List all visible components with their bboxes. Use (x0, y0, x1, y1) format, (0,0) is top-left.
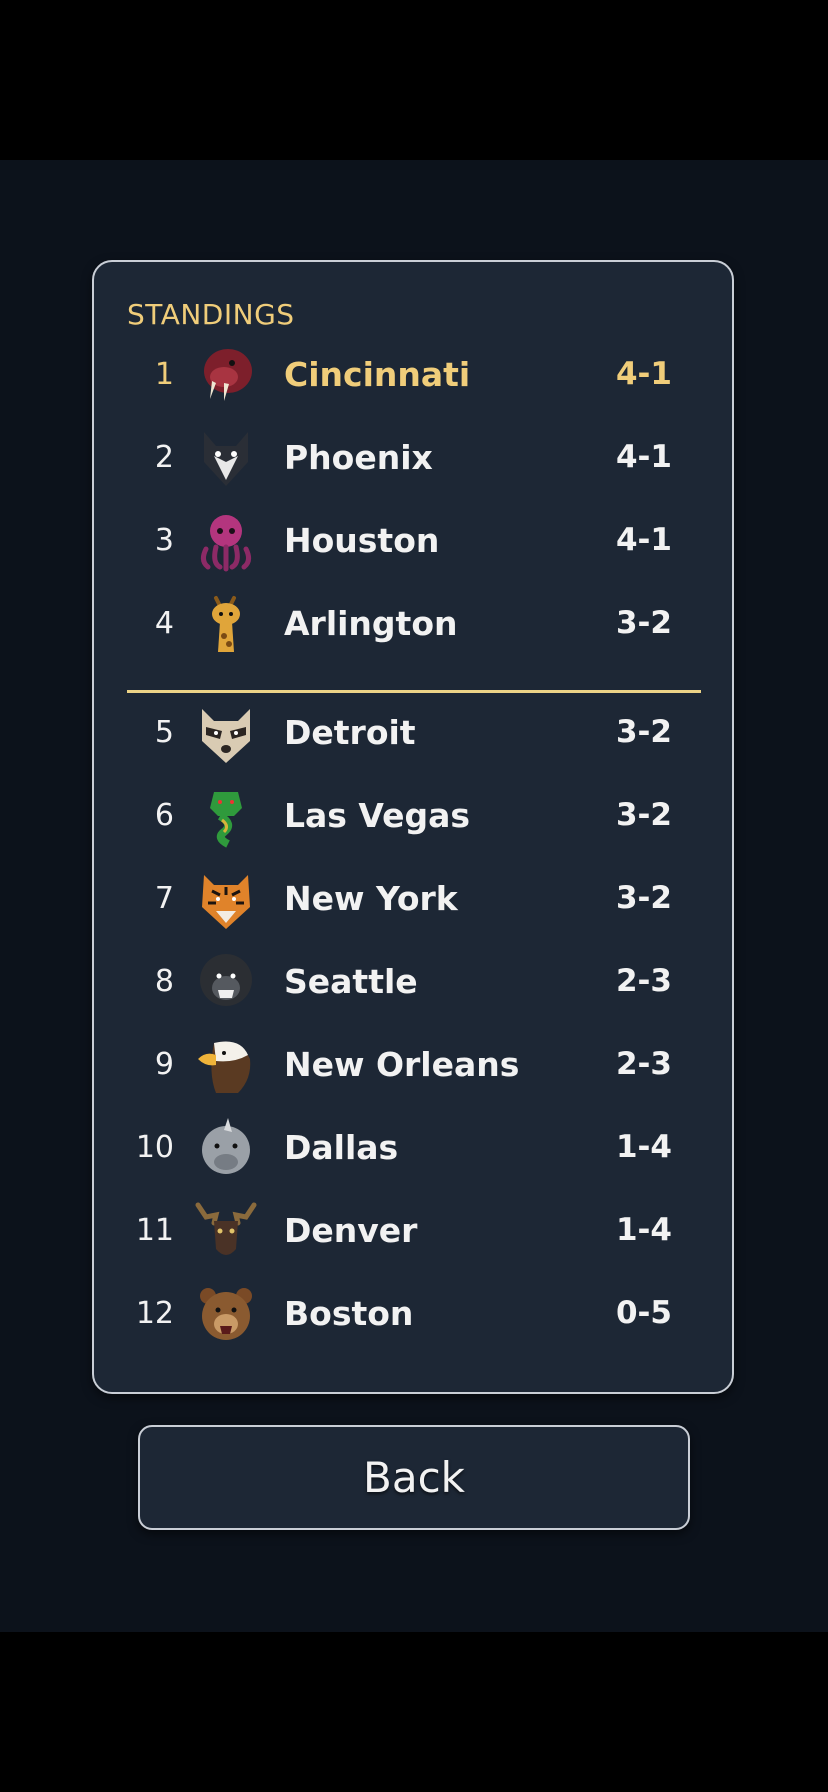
tiger-icon (202, 875, 250, 929)
team-name: Dallas (284, 1128, 399, 1167)
cobra-icon (210, 792, 242, 848)
gorilla-icon (200, 954, 252, 1006)
team-record: 0-5 (615, 1295, 672, 1331)
wolf-icon (204, 432, 248, 486)
standings-row: 3 Houston 4-1 (94, 499, 732, 582)
rank: 3 (154, 523, 174, 558)
rank: 9 (154, 1047, 174, 1082)
back-button[interactable]: Back (138, 1425, 690, 1530)
rank: 10 (135, 1130, 174, 1165)
team-name: Houston (284, 521, 440, 560)
standings-row: 6 Las Vegas 3-2 (94, 774, 732, 857)
standings-row: 4 Arlington 3-2 (94, 582, 732, 665)
team-record: 1-4 (615, 1212, 672, 1248)
walrus-icon (204, 349, 252, 401)
rhino-icon (202, 1118, 250, 1174)
team-record: 4-1 (615, 356, 672, 392)
team-name: Detroit (284, 713, 416, 752)
team-name: New Orleans (284, 1045, 520, 1084)
team-record: 4-1 (615, 522, 672, 558)
team-record: 3-2 (615, 797, 672, 833)
standings-row: 10 Dallas 1-4 (94, 1106, 732, 1189)
team-name: New York (284, 879, 458, 918)
panel-title: STANDINGS (127, 298, 295, 331)
rank: 12 (135, 1296, 174, 1331)
team-record: 1-4 (615, 1129, 672, 1165)
team-name: Cincinnati (284, 355, 471, 394)
standings-row: 9 New Orleans 2-3 (94, 1023, 732, 1106)
giraffe-icon (212, 596, 240, 652)
moose-icon (195, 1202, 257, 1255)
octopus-icon (200, 515, 252, 572)
rank: 4 (154, 606, 174, 641)
team-record: 3-2 (615, 714, 672, 750)
rank: 8 (154, 964, 174, 999)
team-name: Phoenix (284, 438, 433, 477)
team-record: 3-2 (615, 605, 672, 641)
standings-row: 2 Phoenix 4-1 (94, 416, 732, 499)
rank: 7 (154, 881, 174, 916)
team-record: 4-1 (615, 439, 672, 475)
team-record: 2-3 (615, 963, 672, 999)
raccoon-icon (202, 709, 250, 763)
standings-row: 8 Seattle 2-3 (94, 940, 732, 1023)
team-record: 3-2 (615, 880, 672, 916)
team-name: Denver (284, 1211, 418, 1250)
standings-row: 12 Boston 0-5 (94, 1272, 732, 1355)
team-name: Las Vegas (284, 796, 471, 835)
eagle-icon (198, 1041, 251, 1093)
team-name: Arlington (284, 604, 458, 643)
standings-panel: STANDINGS 1 Cincinnati 4-1 2 Phoenix 4-1… (92, 260, 734, 1394)
team-record: 2-3 (615, 1046, 672, 1082)
rank: 6 (154, 798, 174, 833)
rank: 11 (135, 1213, 174, 1248)
standings-row: 7 New York 3-2 (94, 857, 732, 940)
standings-screen: STANDINGS 1 Cincinnati 4-1 2 Phoenix 4-1… (0, 160, 828, 1632)
team-name: Seattle (284, 962, 418, 1001)
team-name: Boston (284, 1294, 414, 1333)
rank: 1 (154, 357, 174, 392)
standings-row: 11 Denver 1-4 (94, 1189, 732, 1272)
standings-row: 1 Cincinnati 4-1 (94, 333, 732, 416)
standings-row: 5 Detroit 3-2 (94, 691, 732, 774)
bear-icon (200, 1288, 252, 1340)
rank: 5 (154, 715, 174, 750)
rank: 2 (154, 440, 174, 475)
